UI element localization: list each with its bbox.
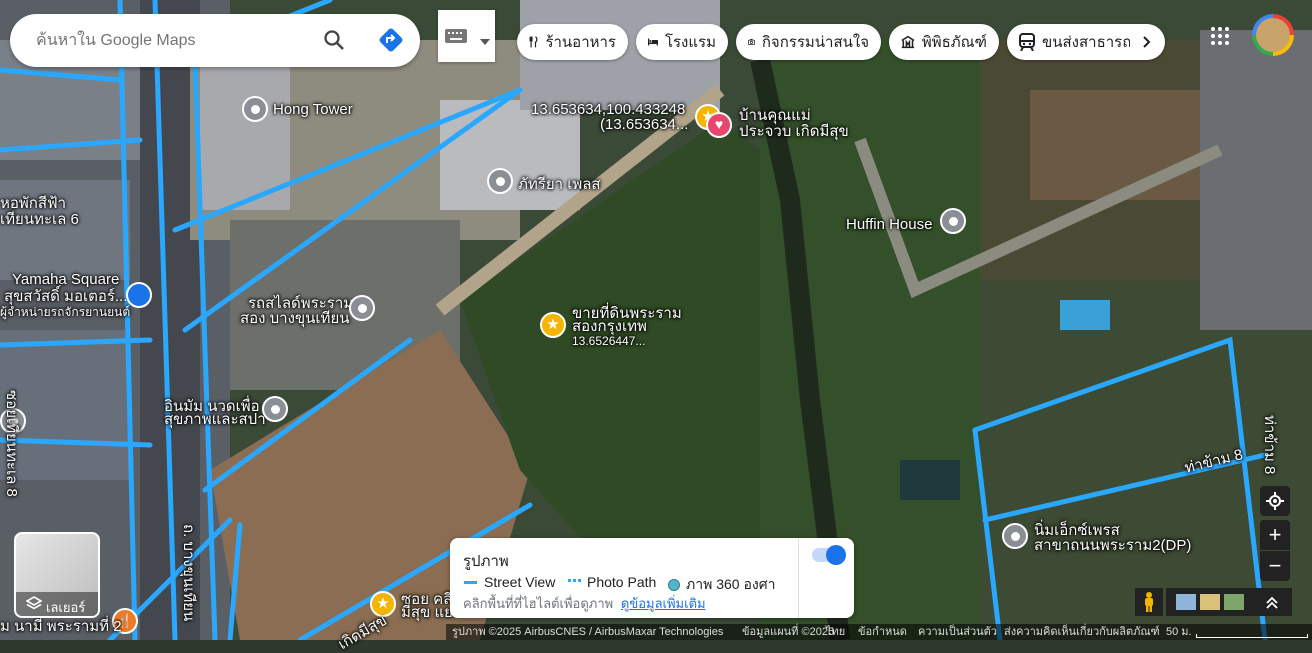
place-pin[interactable]	[349, 295, 375, 321]
place-pin[interactable]	[1002, 523, 1028, 549]
place-label-massage-sub[interactable]: สุขภาพและสปา	[164, 411, 266, 428]
place-label-soi-sub[interactable]: มีสุข แย	[401, 604, 453, 621]
place-pin[interactable]	[487, 168, 513, 194]
place-label-rot-slide-sub[interactable]: สอง บางขุนเทียน	[240, 310, 350, 327]
place-label-hor-phak[interactable]: หอพักสีฟ้า	[0, 195, 66, 212]
category-label: ขนส่งสาธารณะ	[1042, 34, 1145, 51]
thumbnail-3[interactable]	[1224, 594, 1244, 610]
place-pin[interactable]	[262, 396, 288, 422]
scale-label[interactable]: 50 ม.	[1166, 624, 1192, 640]
photo-layer-toggle[interactable]	[812, 545, 846, 565]
avatar[interactable]	[1252, 14, 1294, 56]
footer-bar: รูปภาพ ©2025 AirbusCNES / AirbusMaxar Te…	[446, 624, 1312, 640]
coordinate-label-sub[interactable]: (13.653634...	[600, 116, 688, 133]
pegman-button[interactable]	[1135, 588, 1163, 616]
terms-link[interactable]: ข้อกำหนด	[858, 624, 907, 640]
my-location-button[interactable]	[1260, 486, 1290, 516]
place-label-hong-tower[interactable]: Hong Tower	[273, 101, 353, 118]
layers-button-label: เลเยอร์	[46, 600, 86, 615]
category-label: พิพิธภัณฑ์	[921, 34, 987, 51]
category-attractions[interactable]: กิจกรรมน่าสนใจ	[736, 24, 881, 60]
thumbnail-2[interactable]	[1200, 594, 1220, 610]
legend-label: Street View	[484, 574, 556, 590]
saved-star-icon[interactable]: ★	[370, 591, 396, 617]
language-link[interactable]: ไทย	[826, 624, 845, 640]
hotel-icon	[648, 38, 658, 46]
saved-star-icon[interactable]: ★	[540, 312, 566, 338]
search-input[interactable]	[34, 28, 308, 54]
place-label-land-sale-sub[interactable]: สองกรุงเทพ	[572, 318, 647, 335]
category-museums[interactable]: พิพิธภัณฑ์	[889, 24, 999, 60]
place-label-yamaha[interactable]: Yamaha Square	[12, 271, 119, 288]
category-hotels[interactable]: โรงแรม	[636, 24, 728, 60]
place-label-phatriya[interactable]: ภัทรียา เพลส	[518, 176, 601, 193]
search-box[interactable]	[10, 14, 420, 67]
place-label-ban-khun-mae[interactable]: บ้านคุณแม่	[739, 107, 811, 124]
layers-button[interactable]: เลเยอร์	[14, 532, 100, 618]
layers-hint: คลิกพื้นที่ที่ไฮไลต์เพื่อดูภาพ ดูข้อมูลเ…	[463, 593, 706, 614]
category-restaurants[interactable]: ร้านอาหาร	[517, 24, 628, 60]
place-pin[interactable]	[242, 96, 268, 122]
legend-street-view: Street View	[464, 574, 555, 590]
feedback-link[interactable]: ส่งความคิดเห็นเกี่ยวกับผลิตภัณฑ์	[1004, 624, 1160, 640]
road-label: ท่าข้าม 8	[1261, 415, 1278, 475]
map-data-credit: ข้อมูลแผนที่ ©2025	[742, 626, 835, 638]
keyboard-icon	[445, 29, 467, 48]
legend-photo-path: Photo Path	[568, 574, 656, 590]
category-label: กิจกรรมน่าสนใจ	[761, 34, 869, 51]
street-view-line-icon	[464, 580, 477, 584]
camera-icon	[748, 38, 755, 46]
place-label-yamaha-sub[interactable]: สุขสวัสดิ์ มอเตอร์...	[4, 288, 127, 305]
place-label-hor-phak-sub[interactable]: เทียนทะเล 6	[0, 211, 79, 228]
zoom-out-button[interactable]: −	[1260, 551, 1290, 581]
imagery-thumbnails[interactable]	[1166, 588, 1292, 616]
chevron-up-icon[interactable]	[1266, 596, 1278, 614]
layers-divider	[798, 538, 799, 618]
place-label-huffin-house[interactable]: Huffin House	[846, 216, 932, 233]
photo-360-dot-icon	[668, 579, 680, 591]
keyboard-button[interactable]	[438, 10, 495, 62]
imagery-credit: รูปภาพ ©2025 AirbusCNES / AirbusMaxar Te…	[452, 626, 724, 638]
pegman-icon	[1145, 592, 1153, 612]
layers-icon	[25, 596, 43, 616]
place-pin[interactable]	[940, 208, 966, 234]
place-label-yamaha-category: ผู้จำหน่ายรถจักรยานยนต์	[0, 305, 131, 319]
museum-icon	[901, 35, 915, 49]
layers-panel: รูปภาพ Street View Photo Path ภาพ 360 อง…	[450, 538, 854, 618]
layers-panel-title: รูปภาพ	[463, 553, 509, 570]
category-label: โรงแรม	[664, 34, 716, 51]
place-label-land-sale-coords[interactable]: 13.6526447...	[572, 334, 645, 348]
zoom-in-button[interactable]: +	[1260, 520, 1290, 550]
road-label: ถ. บางขุนเทียน	[180, 524, 197, 622]
restaurant-icon	[529, 36, 538, 48]
chevron-right-icon	[1143, 36, 1151, 48]
directions-icon[interactable]	[378, 27, 404, 58]
favorite-heart-icon[interactable]: ♥	[706, 112, 732, 138]
shopping-pin-icon[interactable]	[126, 282, 152, 308]
minus-icon: −	[1268, 553, 1282, 578]
road-label: ซอยเทียนทะเล 8	[3, 390, 20, 497]
place-label-ban-khun-mae-sub[interactable]: ประจวบ เกิดมีสุข	[739, 123, 849, 140]
category-label: ร้านอาหาร	[545, 34, 616, 51]
thumbnail-1[interactable]	[1176, 594, 1196, 610]
place-label-bottom-left[interactable]: ม นามี พระรามที่ 2	[0, 618, 122, 635]
plus-icon: +	[1268, 522, 1282, 547]
chevron-down-icon[interactable]	[480, 32, 490, 50]
place-label-nim-express-sub[interactable]: สาขาถนนพระราม2(DP)	[1034, 537, 1191, 554]
scale-bar	[1196, 634, 1308, 638]
legend-label: Photo Path	[587, 574, 657, 590]
hint-text: คลิกพื้นที่ที่ไฮไลต์เพื่อดูภาพ	[463, 596, 614, 611]
search-icon[interactable]	[322, 28, 346, 57]
photo-path-line-icon	[568, 579, 581, 585]
apps-grid-icon[interactable]	[1210, 26, 1230, 46]
more-info-link[interactable]: ดูข้อมูลเพิ่มเติม	[621, 596, 706, 611]
privacy-link[interactable]: ความเป็นส่วนตัว	[918, 624, 997, 640]
my-location-icon	[1266, 492, 1284, 510]
transit-icon	[1019, 33, 1035, 51]
